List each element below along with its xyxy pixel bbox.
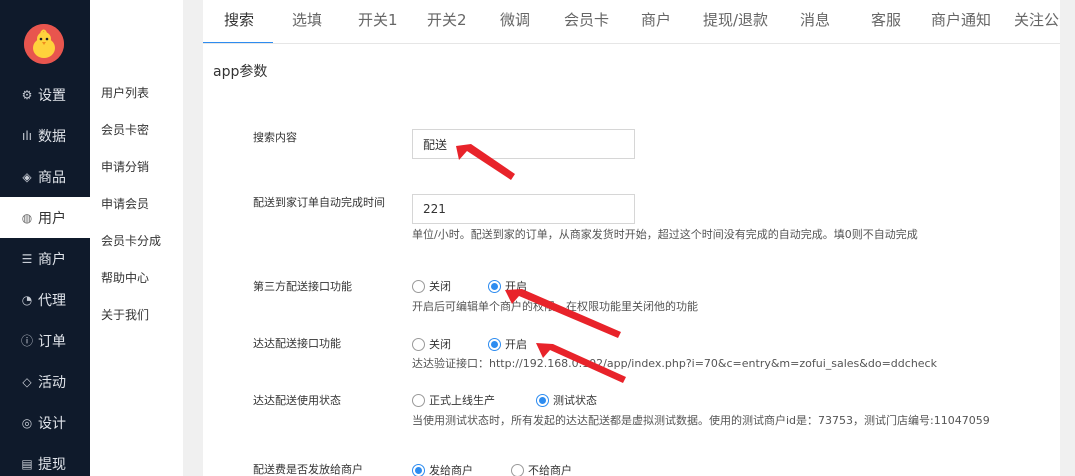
tab-optional[interactable]: 选填 xyxy=(292,9,322,30)
nav-label: 设置 xyxy=(38,87,66,104)
nav-item-withdraw[interactable]: ▤ 提现 xyxy=(0,443,90,476)
radio-button-checked[interactable] xyxy=(488,279,501,293)
settings-panel: 搜索 选填 开关1 开关2 微调 会员卡 商户 提现/退款 消息 客服 商户通知… xyxy=(203,0,1060,476)
subnav-apply-distribution[interactable]: 申请分销 xyxy=(101,158,149,175)
nav-label: 设计 xyxy=(38,415,66,432)
order-icon: ⓘ xyxy=(20,334,33,348)
agent-icon: ◔ xyxy=(21,292,33,307)
search-content-input[interactable] xyxy=(412,129,635,159)
nav-item-products[interactable]: ◈ 商品 xyxy=(0,156,90,197)
nav-item-activities[interactable]: ◇ 活动 xyxy=(0,361,90,402)
third-party-help: 开启后可编辑单个商户的权限，在权限功能里关闭他的功能 xyxy=(412,300,698,313)
third-party-on-option[interactable]: 开启 xyxy=(488,278,527,294)
tab-switch2[interactable]: 开关2 xyxy=(427,9,467,30)
subnav-help-center[interactable]: 帮助中心 xyxy=(101,269,149,286)
fee-not-give-option[interactable]: 不给商户 xyxy=(511,462,572,476)
nav-item-orders[interactable]: ⓘ 订单 xyxy=(0,320,90,361)
dada-status-help: 当使用测试状态时，所有发起的达达配送都是虚拟测试数据。使用的测试商户id是：73… xyxy=(412,414,990,427)
nav-item-design[interactable]: ◎ 设计 xyxy=(0,402,90,443)
bar-chart-icon: ılı xyxy=(21,128,32,143)
nav-label: 提现 xyxy=(38,456,66,473)
auto-complete-help: 单位/小时。配送到家的订单，从商家发货时开始，超过这个时间没有完成的自动完成。填… xyxy=(412,228,918,241)
withdraw-icon: ▤ xyxy=(21,456,33,471)
tab-tweak[interactable]: 微调 xyxy=(500,9,530,30)
fee-to-merchant-label: 配送费是否发放给商户 xyxy=(253,463,363,476)
user-icon: ◍ xyxy=(21,210,33,225)
sidebar: ⚙ 设置 ılı 数据 ◈ 商品 ◍ 用户 ☰ 商户 ◔ 代理 ⓘ 订单 ◇ 活动 ◎ 设计 ▤ 提… xyxy=(0,0,90,476)
nav-item-agents[interactable]: ◔ 代理 xyxy=(0,279,90,320)
tab-merchant[interactable]: 商户 xyxy=(641,9,671,30)
dada-delivery-label: 达达配送接口功能 xyxy=(253,337,341,350)
subnav-user-list[interactable]: 用户列表 xyxy=(101,84,149,101)
nav-label: 数据 xyxy=(38,128,66,145)
radio-button-checked[interactable] xyxy=(536,393,549,407)
gear-icon: ⚙ xyxy=(21,87,33,102)
radio-button-checked[interactable] xyxy=(488,337,501,351)
avatar[interactable] xyxy=(24,24,64,64)
radio-button-checked[interactable] xyxy=(412,463,425,476)
nav-label: 代理 xyxy=(38,292,66,309)
radio-button[interactable] xyxy=(412,393,425,407)
nav-item-settings[interactable]: ⚙ 设置 xyxy=(0,74,90,115)
tab-search[interactable]: 搜索 xyxy=(224,9,254,30)
nav-item-data[interactable]: ılı 数据 xyxy=(0,115,90,156)
dada-test-option[interactable]: 测试状态 xyxy=(536,392,597,408)
active-tab-underline xyxy=(203,42,273,43)
design-icon: ◎ xyxy=(21,415,33,430)
dada-status-label: 达达配送使用状态 xyxy=(253,394,341,407)
tab-bar: 搜索 选填 开关1 开关2 微调 会员卡 商户 提现/退款 消息 客服 商户通知… xyxy=(203,0,1060,44)
option-label: 正式上线生产 xyxy=(429,394,495,407)
section-title: app参数 xyxy=(213,64,268,80)
search-content-label: 搜索内容 xyxy=(253,131,297,144)
dada-production-option[interactable]: 正式上线生产 xyxy=(412,392,495,408)
subnav-card-keys[interactable]: 会员卡密 xyxy=(101,121,149,138)
tab-member-card[interactable]: 会员卡 xyxy=(564,9,609,30)
cube-icon: ◈ xyxy=(22,169,32,184)
main-content: 搜索 选填 开关1 开关2 微调 会员卡 商户 提现/退款 消息 客服 商户通知… xyxy=(183,0,1075,476)
auto-complete-time-label: 配送到家订单自动完成时间 xyxy=(253,196,385,209)
nav-label: 商品 xyxy=(38,169,66,186)
nav-item-merchants[interactable]: ☰ 商户 xyxy=(0,238,90,279)
auto-complete-time-input[interactable] xyxy=(412,194,635,224)
third-party-delivery-label: 第三方配送接口功能 xyxy=(253,280,352,293)
fee-give-option[interactable]: 发给商户 xyxy=(412,462,473,476)
radio-button[interactable] xyxy=(412,279,425,293)
option-label: 关闭 xyxy=(429,338,451,351)
nav-label: 活动 xyxy=(38,374,66,391)
option-label: 关闭 xyxy=(429,280,451,293)
store-icon: ☰ xyxy=(21,251,33,266)
tab-switch1[interactable]: 开关1 xyxy=(358,9,398,30)
tab-customer-service[interactable]: 客服 xyxy=(871,9,901,30)
option-label: 发给商户 xyxy=(429,464,473,476)
nav-label: 商户 xyxy=(38,251,66,268)
third-party-off-option[interactable]: 关闭 xyxy=(412,278,451,294)
tab-messages[interactable]: 消息 xyxy=(800,9,830,30)
nav-item-users[interactable]: ◍ 用户 xyxy=(0,197,90,238)
nav-label: 订单 xyxy=(38,333,66,350)
dada-off-option[interactable]: 关闭 xyxy=(412,336,451,352)
option-label: 开启 xyxy=(505,338,527,351)
subnav-apply-member[interactable]: 申请会员 xyxy=(101,195,149,212)
dada-verify-url: 达达验证接口：http://192.168.0.102/app/index.ph… xyxy=(412,357,937,370)
nav-label: 用户 xyxy=(38,210,66,227)
tab-merchant-notice[interactable]: 商户通知 xyxy=(931,9,991,30)
subnav-about-us[interactable]: 关于我们 xyxy=(101,306,149,323)
tab-follow-account[interactable]: 关注公众 xyxy=(1014,9,1060,30)
subnav-card-share[interactable]: 会员卡分成 xyxy=(101,232,161,249)
sub-navigation: 用户列表 会员卡密 申请分销 申请会员 会员卡分成 帮助中心 关于我们 xyxy=(90,0,183,476)
radio-button[interactable] xyxy=(412,337,425,351)
radio-button[interactable] xyxy=(511,463,524,476)
tab-withdraw-refund[interactable]: 提现/退款 xyxy=(703,9,768,30)
option-label: 开启 xyxy=(505,280,527,293)
chick-avatar-icon xyxy=(24,24,64,64)
dada-on-option[interactable]: 开启 xyxy=(488,336,527,352)
option-label: 不给商户 xyxy=(528,464,572,476)
option-label: 测试状态 xyxy=(553,394,597,407)
tag-icon: ◇ xyxy=(22,374,32,389)
